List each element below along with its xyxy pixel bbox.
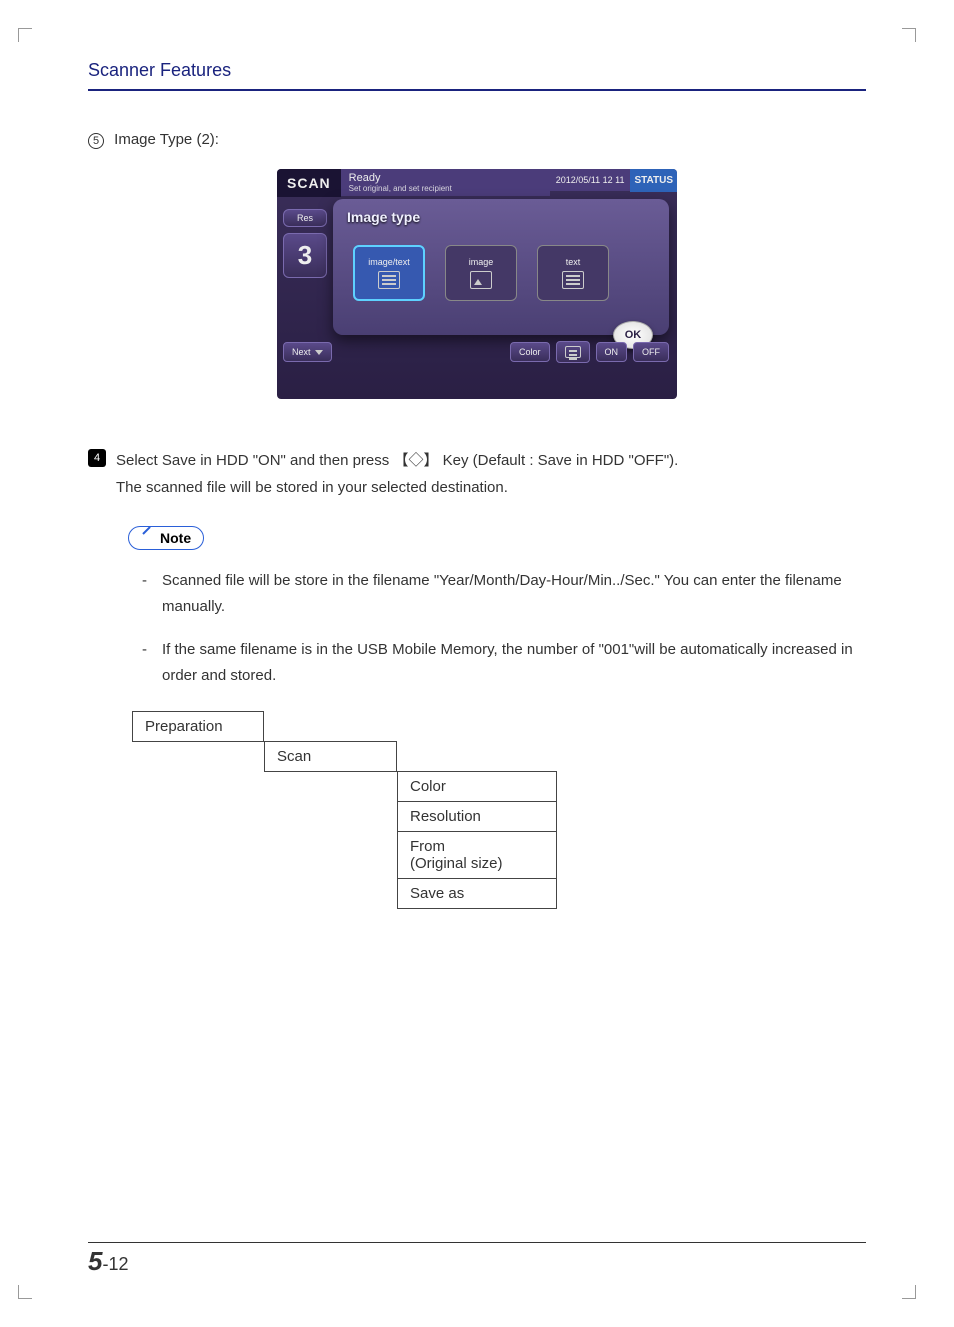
step-4-subtext: The scanned file will be stored in your … (116, 479, 866, 496)
menu-resolution: Resolution (397, 801, 557, 832)
ready-sub: Set original, and set recipient (349, 184, 542, 193)
preset-3-button[interactable]: 3 (283, 233, 327, 278)
popup-title: Image type (347, 209, 655, 225)
menu-from: From(Original size) (397, 831, 557, 879)
footer-rule (88, 1242, 866, 1243)
option-text-label: text (566, 257, 581, 267)
section-header: Scanner Features (88, 60, 866, 81)
page-number: 5-12 (88, 1246, 129, 1277)
imagetext-icon (378, 271, 400, 289)
step-5-line: 5 Image Type (2): (88, 131, 866, 149)
status-area: Ready Set original, and set recipient (341, 169, 550, 196)
scan-mode-label: SCAN (277, 169, 341, 197)
menu-color: Color (397, 771, 557, 802)
doc-icon (565, 346, 581, 358)
menu-scan: Scan (264, 741, 397, 772)
imagetext-bottom-button[interactable] (556, 341, 590, 363)
next-button[interactable]: Next (283, 342, 332, 362)
datetime-label: 2012/05/11 12 11 (550, 169, 631, 191)
color-button[interactable]: Color (510, 342, 550, 362)
off-button[interactable]: OFF (633, 342, 669, 362)
header-rule (88, 89, 866, 91)
step-4-badge: 4 (88, 449, 106, 467)
step-4-text: Select Save in HDD "ON" and then press 【… (116, 449, 866, 473)
option-image-text-label: image/text (368, 257, 410, 267)
menu-path-diagram: Preparation Scan Color Resolution From(O… (132, 711, 866, 909)
option-image-text[interactable]: image/text (353, 245, 425, 301)
option-image[interactable]: image (445, 245, 517, 301)
embedded-screenshot: SCAN Ready Set original, and set recipie… (277, 169, 677, 399)
note-section: Note Scanned file will be store in the f… (128, 526, 866, 688)
pencil-icon (141, 531, 155, 545)
note-label: Note (160, 530, 191, 546)
chevron-down-icon (315, 350, 323, 355)
image-type-popup: Image type image/text image text (333, 199, 669, 335)
option-image-label: image (469, 257, 494, 267)
note-item-2: If the same filename is in the USB Mobil… (142, 637, 866, 688)
menu-preparation: Preparation (132, 711, 264, 742)
image-icon (470, 271, 492, 289)
on-button[interactable]: ON (596, 342, 628, 362)
status-button[interactable]: STATUS (630, 169, 677, 192)
res-button[interactable]: Res (283, 209, 327, 227)
menu-save-as: Save as (397, 878, 557, 909)
ready-label: Ready (349, 172, 542, 184)
note-item-1: Scanned file will be store in the filena… (142, 568, 866, 619)
step-5-number: 5 (88, 133, 104, 149)
step-4-line: 4 Select Save in HDD "ON" and then press… (88, 449, 866, 473)
step-5-label: Image Type (2): (114, 131, 219, 148)
text-icon (562, 271, 584, 289)
note-badge: Note (128, 526, 204, 550)
option-text[interactable]: text (537, 245, 609, 301)
